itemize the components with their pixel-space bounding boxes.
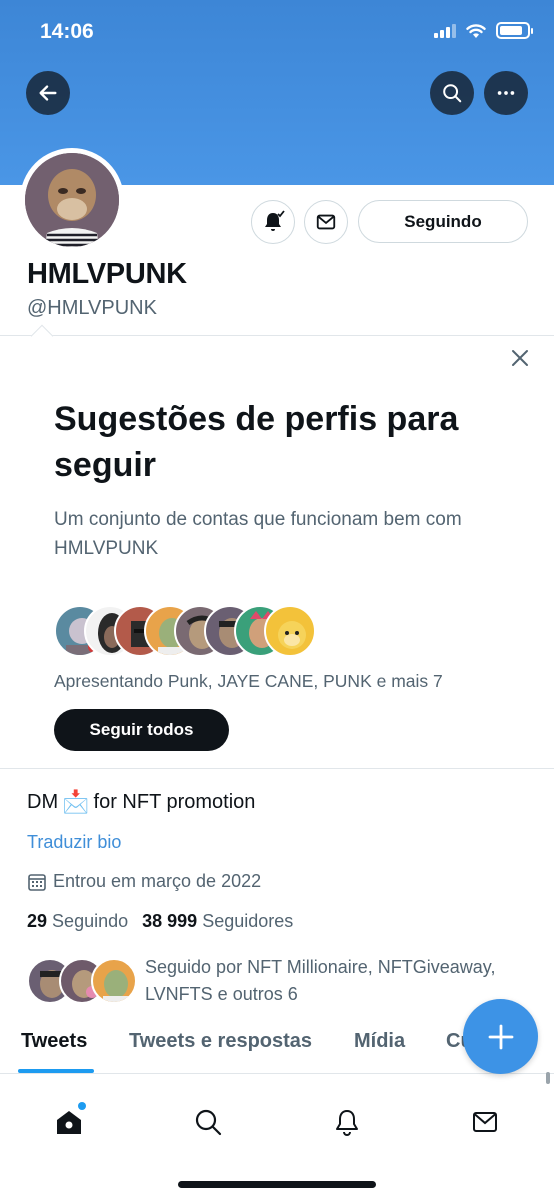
follow-all-button[interactable]: Seguir todos	[54, 709, 229, 751]
follow-stats: 29 Seguindo 38 999 Seguidores	[27, 911, 293, 932]
suggestions-subtitle: Um conjunto de contas que funcionam bem …	[54, 509, 462, 559]
cellular-signal-icon	[434, 23, 456, 38]
calendar-icon	[28, 873, 46, 891]
compose-tweet-button[interactable]	[463, 999, 538, 1074]
followers-stat[interactable]: 38 999 Seguidores	[142, 911, 293, 932]
handle: @HMLVPUNK	[27, 297, 157, 319]
notification-dot	[78, 1102, 86, 1110]
scroll-indicator	[546, 1072, 550, 1084]
avatar	[25, 153, 119, 247]
more-button[interactable]	[484, 71, 528, 115]
followers-count: 38 999	[142, 911, 198, 931]
bell-icon	[336, 1110, 358, 1136]
profile-avatar[interactable]	[20, 148, 124, 252]
notifications-button[interactable]	[251, 200, 295, 244]
home-indicator	[178, 1181, 376, 1188]
divider	[0, 768, 554, 769]
bottom-navigation	[0, 1094, 554, 1154]
plus-icon	[488, 1024, 513, 1049]
home-icon	[57, 1111, 81, 1134]
bio-text: DM	[27, 790, 59, 813]
suggestions-title: Sugestões de perfis para seguir	[54, 400, 459, 484]
suggestion-pointer	[30, 324, 54, 348]
divider	[0, 335, 554, 336]
status-icons	[434, 22, 533, 39]
search-icon	[443, 84, 462, 103]
wifi-icon	[466, 23, 486, 38]
display-name: HMLVPUNK	[27, 258, 187, 290]
nav-home[interactable]	[51, 1102, 87, 1140]
message-button[interactable]	[304, 200, 348, 244]
envelope-icon	[316, 214, 336, 230]
search-button[interactable]	[430, 71, 474, 115]
suggestions-featuring: Apresentando Punk, JAYE CANE, PUNK e mai…	[54, 671, 443, 691]
followers-label: Seguidores	[202, 911, 294, 931]
more-horizontal-icon	[497, 91, 515, 95]
bio: DM 📩 for NFT promotion	[27, 789, 255, 815]
battery-icon	[496, 22, 533, 39]
nav-search[interactable]	[190, 1104, 226, 1140]
tab-tweets[interactable]: Tweets	[21, 1030, 87, 1053]
nav-notifications[interactable]	[329, 1104, 365, 1140]
avatar	[91, 958, 137, 1004]
inbox-emoji-icon: 📩	[62, 789, 90, 814]
avatar	[264, 605, 316, 657]
close-icon	[512, 350, 528, 366]
tab-tweets-and-replies[interactable]: Tweets e respostas	[129, 1030, 312, 1053]
joined-date: Entrou em março de 2022	[27, 871, 261, 892]
nav-messages[interactable]	[467, 1104, 503, 1140]
following-stat[interactable]: 29 Seguindo	[27, 911, 128, 932]
bio-text: for NFT promotion	[93, 790, 256, 813]
status-time: 14:06	[40, 20, 94, 43]
back-button[interactable]	[26, 71, 70, 115]
search-icon	[195, 1109, 222, 1136]
close-suggestions-button[interactable]	[506, 344, 534, 372]
envelope-icon	[473, 1112, 497, 1132]
translate-bio-link[interactable]: Traduzir bio	[27, 832, 121, 853]
bell-check-icon	[265, 210, 285, 231]
following-label: Seguindo	[52, 911, 129, 931]
joined-text: Entrou em março de 2022	[53, 871, 262, 891]
followed-by-text[interactable]: Seguido por NFT Millionaire, NFTGiveaway…	[145, 954, 525, 1008]
arrow-left-icon	[39, 85, 57, 101]
following-count: 29	[27, 911, 48, 931]
divider	[0, 1073, 554, 1074]
following-button[interactable]: Seguindo	[358, 200, 528, 243]
tab-media[interactable]: Mídia	[354, 1030, 405, 1053]
